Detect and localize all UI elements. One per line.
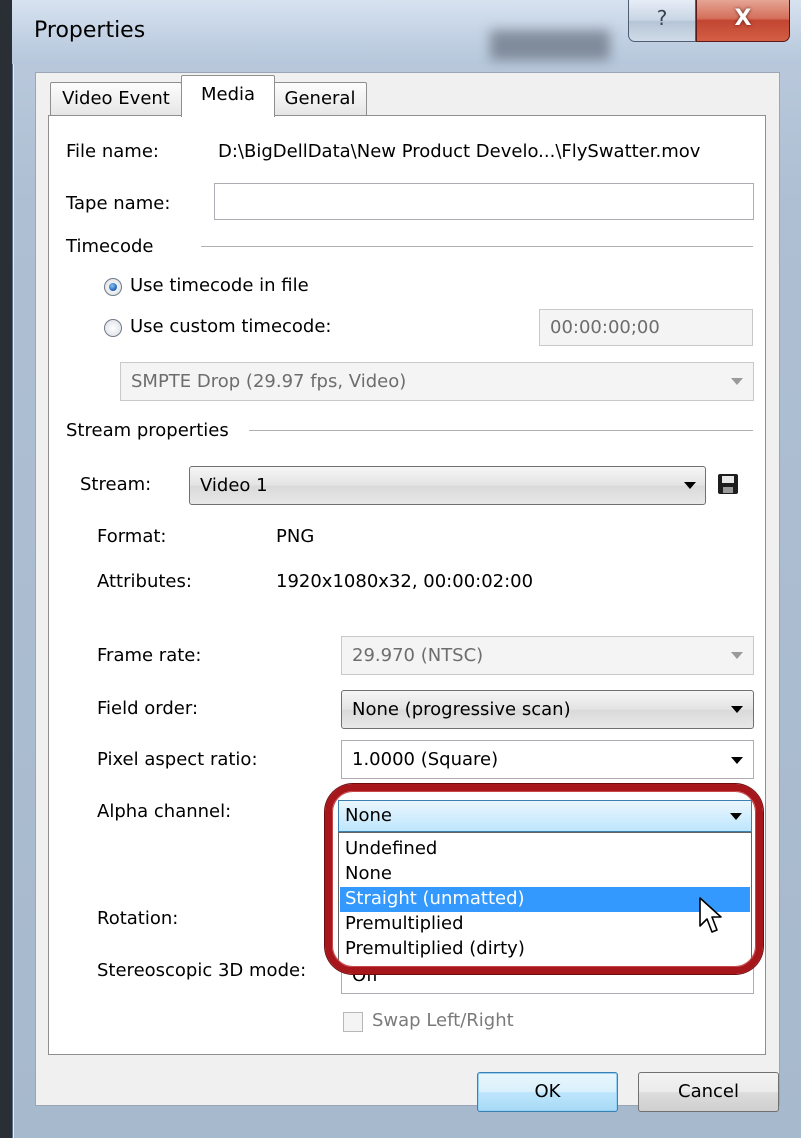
help-icon: ? (656, 6, 668, 30)
swap-left-right-checkbox[interactable] (343, 1012, 363, 1032)
tape-name-label: Tape name: (66, 193, 171, 214)
file-name-label: File name: (66, 141, 159, 162)
timecode-format-select[interactable]: SMPTE Drop (29.97 fps, Video) (120, 362, 754, 401)
tab-media[interactable]: Media (181, 75, 275, 117)
field-order-select[interactable]: None (progressive scan) (341, 690, 754, 729)
pixel-aspect-chevron-down-icon (731, 757, 743, 764)
floppy-disk-icon[interactable] (717, 473, 739, 495)
swap-left-right-label: Swap Left/Right (372, 1010, 514, 1031)
stream-properties-divider (249, 430, 753, 431)
file-name-value: D:\BigDellData\New Product Develo...\Fly… (218, 141, 701, 162)
field-order-label: Field order: (97, 698, 199, 719)
pixel-aspect-select[interactable]: 1.0000 (Square) (341, 740, 754, 779)
frame-rate-chevron-down-icon (731, 652, 743, 659)
use-file-timecode-label: Use timecode in file (130, 275, 309, 296)
use-file-timecode-radio[interactable] (104, 278, 122, 296)
use-custom-timecode-radio[interactable] (104, 319, 122, 337)
format-label: Format: (97, 526, 167, 547)
help-button[interactable]: ? (628, 0, 696, 42)
mouse-pointer-icon (699, 897, 722, 933)
attributes-label: Attributes: (97, 571, 192, 592)
stream-chevron-down-icon (684, 482, 696, 489)
rotation-label: Rotation: (97, 908, 179, 929)
ok-button[interactable]: OK (477, 1072, 618, 1112)
frame-rate-label: Frame rate: (97, 645, 202, 666)
custom-timecode-input[interactable]: 00:00:00;00 (539, 309, 753, 346)
timecode-format-chevron-down-icon (731, 378, 743, 385)
stereo-3d-label: Stereoscopic 3D mode: (97, 960, 307, 981)
timecode-divider (201, 246, 753, 247)
frame-rate-select[interactable]: 29.970 (NTSC) (341, 636, 754, 675)
stream-label: Stream: (80, 474, 152, 495)
alpha-channel-label: Alpha channel: (97, 801, 232, 822)
attributes-value: 1920x1080x32, 00:00:02:00 (276, 571, 534, 592)
background-streak (490, 30, 610, 60)
close-icon: X (734, 6, 752, 31)
tab-video-event[interactable]: Video Event (50, 82, 182, 115)
tab-general[interactable]: General (273, 82, 367, 115)
close-button[interactable]: X (696, 0, 790, 42)
timecode-section-label: Timecode (66, 236, 154, 257)
stream-properties-section-label: Stream properties (66, 420, 229, 441)
pixel-aspect-label: Pixel aspect ratio: (97, 749, 258, 770)
cancel-button[interactable]: Cancel (638, 1072, 779, 1112)
stream-select[interactable]: Video 1 (189, 466, 706, 505)
tape-name-input[interactable] (214, 183, 754, 220)
format-value: PNG (276, 526, 315, 547)
use-custom-timecode-label: Use custom timecode: (130, 316, 332, 337)
window-title: Properties (34, 18, 146, 43)
callout-highlight-ring (325, 784, 763, 974)
field-order-chevron-down-icon (731, 706, 743, 713)
